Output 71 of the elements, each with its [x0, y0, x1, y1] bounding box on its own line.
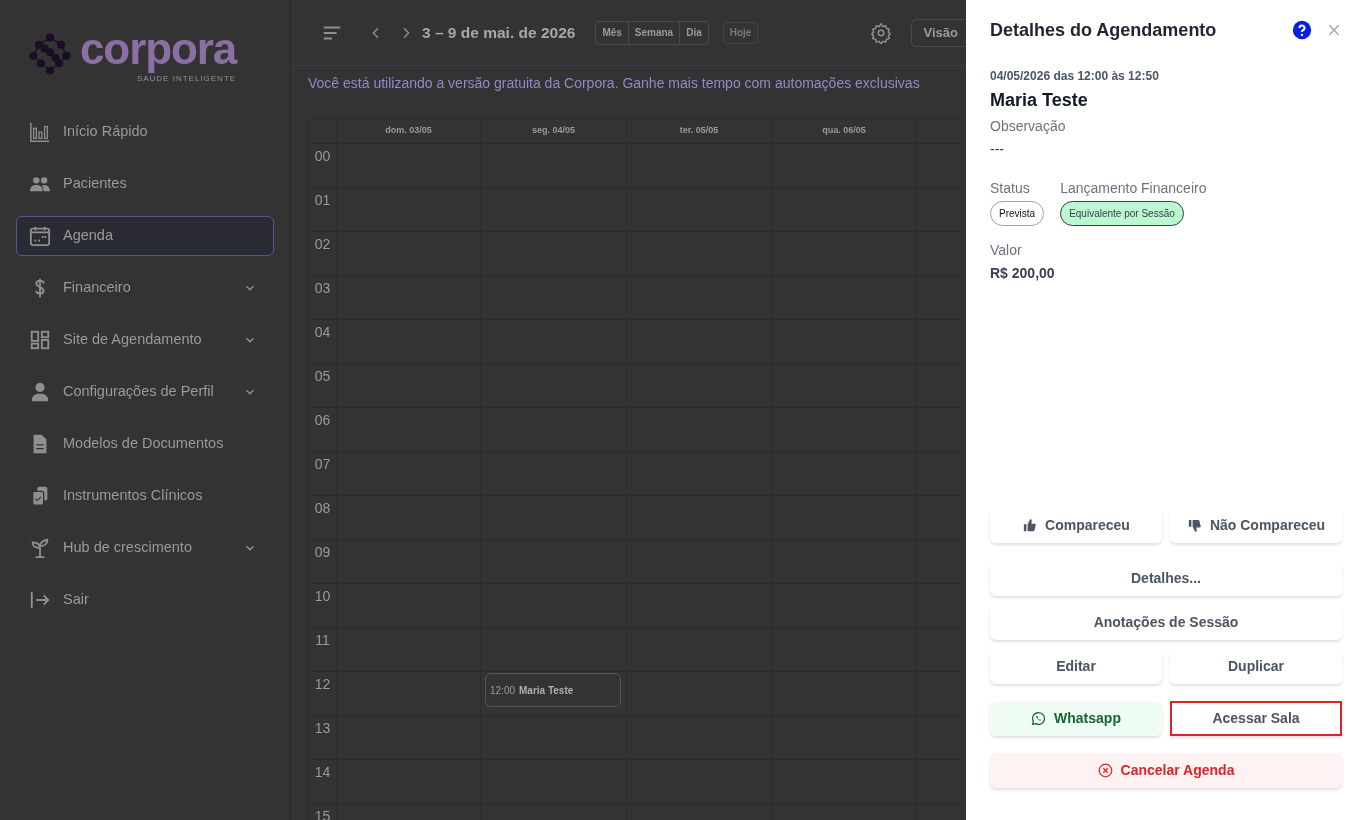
action-button[interactable]: Duplicar — [1170, 649, 1342, 684]
action-button[interactable]: Anotações de Sessão — [990, 605, 1342, 640]
sidebar-item[interactable]: Financeiro — [16, 268, 274, 308]
hour-label: 02 — [314, 235, 331, 254]
day-header: dom. 03/05 — [385, 124, 432, 138]
hour-label: 08 — [314, 499, 331, 518]
hour-label: 10 — [314, 587, 331, 606]
sidebar-item[interactable]: Pacientes — [16, 164, 274, 204]
price-value: R$ 200,00 — [990, 264, 1056, 283]
sidebar-item[interactable]: Início Rápido — [16, 112, 274, 152]
event-block[interactable]: 12:00 Maria Teste — [485, 673, 621, 707]
cancel-circle-icon — [1097, 763, 1113, 778]
panel-title: Detalhes do Agendamento — [990, 18, 1218, 42]
sidebar-item[interactable]: Configurações de Perfil — [16, 372, 274, 412]
action-button[interactable]: Detalhes... — [990, 561, 1342, 596]
person-icon — [29, 381, 51, 403]
help-icon — [1292, 20, 1312, 40]
view-tab[interactable]: Semana — [627, 21, 680, 44]
view-tab[interactable]: Mês — [596, 21, 628, 44]
logo-icon — [29, 33, 71, 75]
sidebar-item[interactable]: Sair — [16, 580, 274, 620]
hour-label: 04 — [314, 323, 331, 342]
thumbs-down-icon — [1186, 518, 1202, 533]
field-label: Lançamento Financeiro — [1060, 179, 1207, 198]
hour-label: 07 — [314, 455, 331, 474]
day-header: qua. 06/05 — [822, 124, 866, 138]
hour-label: 00 — [314, 147, 331, 166]
action-button[interactable]: Não Compareceu — [1170, 508, 1342, 543]
calendar-icon — [29, 225, 51, 247]
hour-label: 03 — [314, 279, 331, 298]
hour-label: 01 — [314, 191, 331, 210]
sidebar-item[interactable]: Hub de crescimento — [16, 528, 274, 568]
chart-icon — [29, 121, 51, 143]
sidebar-item[interactable]: Modelos de Documentos — [16, 424, 274, 464]
action-button[interactable]: Editar — [990, 649, 1162, 684]
hour-label: 06 — [314, 411, 331, 430]
sidebar-item[interactable]: Instrumentos Clínicos — [16, 476, 274, 516]
action-button[interactable]: Acessar Sala — [1170, 701, 1342, 736]
hour-label: 12 — [314, 675, 331, 694]
field-label: Valor — [990, 241, 1023, 260]
sidebar-item[interactable]: Site de Agendamento — [16, 320, 274, 360]
hour-label: 14 — [314, 763, 331, 782]
field-label: Observação — [990, 117, 1067, 136]
field-label: Status — [990, 179, 1031, 198]
sprout-icon — [29, 537, 51, 559]
close-button[interactable] — [1326, 22, 1342, 38]
sidebar-item[interactable]: Agenda — [16, 216, 274, 256]
settings-icon — [869, 21, 892, 44]
day-header: ter. 05/05 — [679, 124, 719, 138]
date-range-title: 3 – 9 de mai. de 2026 — [422, 22, 576, 43]
view-tab[interactable]: Dia — [679, 21, 708, 44]
grid-icon — [29, 329, 51, 351]
hour-label: 13 — [314, 719, 331, 738]
thumbs-up-icon — [1022, 518, 1038, 533]
logo-tagline: SAUDE INTELIGENTE — [136, 74, 237, 84]
day-header: seg. 04/05 — [532, 124, 575, 138]
hour-label: 05 — [314, 367, 331, 386]
observation-value: --- — [990, 140, 1005, 159]
logo-wordmark: corpora — [80, 24, 237, 74]
banner-text: Você está utilizando a versão gratuita da Corpora. Ganhe mais tempo com automações exclusivas — [308, 73, 920, 93]
hour-label: 09 — [314, 543, 331, 562]
finance-badge: Equivalente por Sessão — [1060, 201, 1184, 226]
action-button[interactable]: Whatsapp — [990, 701, 1162, 736]
action-button[interactable]: Compareceu — [990, 508, 1162, 543]
close-icon — [1326, 22, 1342, 38]
hour-label: 11 — [315, 631, 330, 650]
action-button[interactable]: Cancelar Agenda — [990, 753, 1342, 788]
appointment-datetime: 04/05/2026 das 12:00 às 12:50 — [990, 68, 1160, 85]
chat-bubble-icon — [1031, 711, 1047, 726]
patient-name: Maria Teste — [990, 89, 1089, 112]
logout-icon — [29, 589, 51, 611]
